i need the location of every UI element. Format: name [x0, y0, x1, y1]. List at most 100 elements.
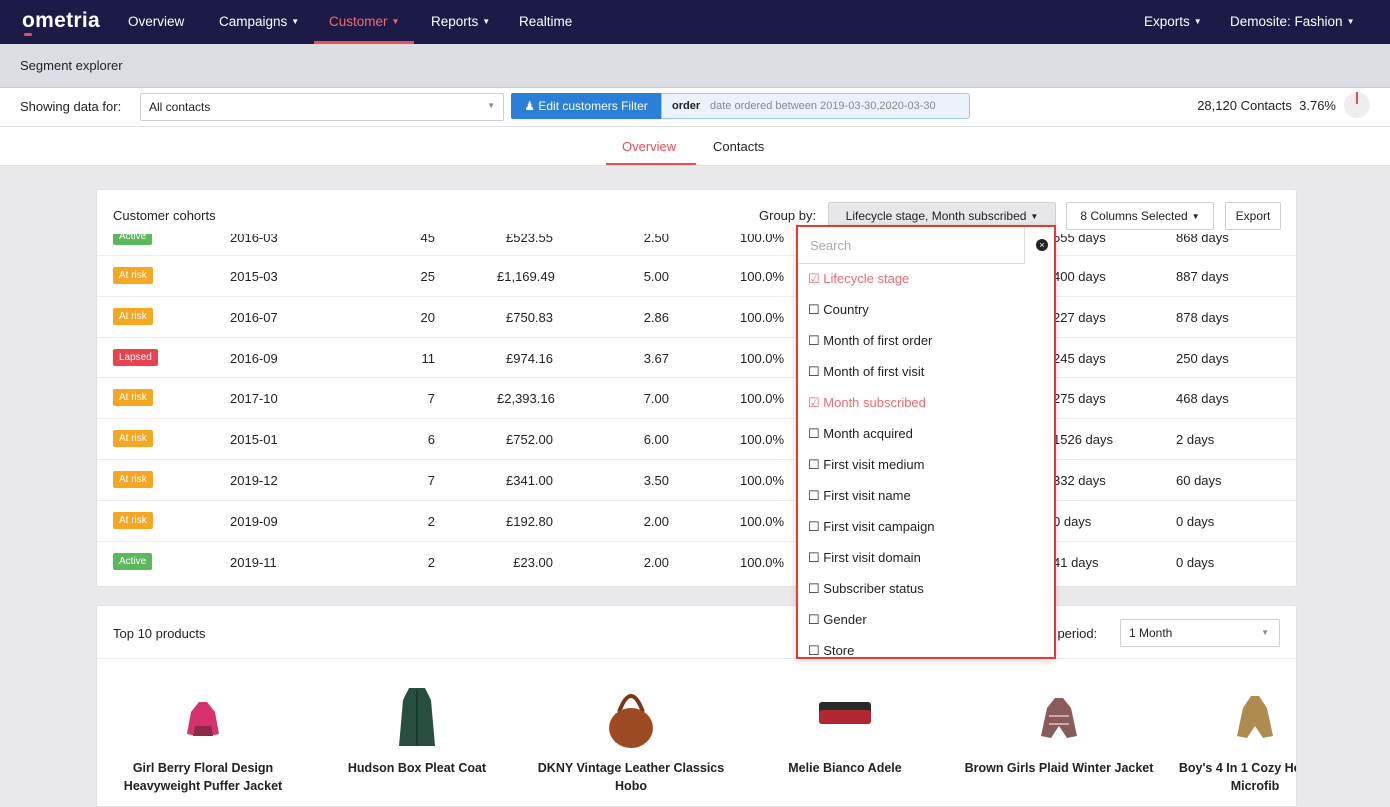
groupby-option[interactable]: ☐ Month of first order — [808, 333, 932, 349]
clear-search-icon[interactable]: × — [1036, 239, 1048, 251]
cell-count: 11 — [421, 351, 436, 366]
cell-days-between: 0 days — [1176, 555, 1215, 570]
cell-days-since: 227 days — [1053, 310, 1106, 325]
export-button[interactable]: Export — [1225, 202, 1281, 230]
ometria-logo[interactable]: ometria — [22, 9, 100, 33]
groupby-option-label: Gender — [823, 612, 867, 627]
group-by-value: Lifecycle stage, Month subscribed — [845, 209, 1027, 223]
active-filter-chip[interactable]: order date ordered between 2019-03-30,20… — [661, 93, 970, 119]
checked-checkbox-icon: ☑ — [808, 395, 824, 410]
tab-contacts[interactable]: Contacts — [713, 139, 764, 154]
cell-count: 6 — [427, 432, 435, 447]
lifecycle-badge: Active — [113, 553, 153, 570]
columns-selected-label: 8 Columns Selected — [1080, 209, 1188, 223]
filter-chip-value: date ordered between 2019-03-30,2020-03-… — [710, 100, 936, 112]
table-row[interactable]: At risk 2016-07 20 £750.83 2.86 100.0% 227 day… — [97, 296, 1296, 337]
cell-month: 2016-07 — [230, 310, 278, 325]
dropdown-search-input[interactable]: Search — [798, 227, 1025, 264]
product-item[interactable]: Melie Bianco Adele — [745, 676, 945, 777]
contacts-count-value: 28,120 Contacts — [1197, 98, 1292, 113]
clutch-bag-icon — [819, 702, 871, 724]
groupby-option[interactable]: ☐ First visit domain — [808, 550, 921, 566]
product-name: Brown Girls Plaid Winter Jacket — [964, 761, 1154, 775]
nav-customer[interactable]: Customer ▼ — [329, 0, 399, 44]
segment-select[interactable]: All contacts ▼ — [140, 93, 504, 121]
groupby-option[interactable]: ☑ Lifecycle stage — [808, 271, 909, 287]
groupby-option-label: Month acquired — [823, 426, 913, 441]
groupby-option[interactable]: ☐ Gender — [808, 612, 867, 628]
cell-average: 2.00 — [643, 555, 669, 570]
cell-value: £2,393.16 — [497, 391, 555, 406]
period-select-value: 1 Month — [1129, 626, 1173, 640]
lifecycle-badge: At risk — [113, 512, 153, 529]
table-row[interactable]: Active 2016-03 45 £523.55 2.50 100.0% 555 days… — [97, 234, 1296, 257]
nav-overview[interactable]: Overview — [128, 0, 184, 44]
product-name: Melie Bianco Adele — [788, 761, 902, 775]
checkbox-icon: ☐ — [808, 519, 824, 534]
divider — [97, 658, 1296, 659]
groupby-option[interactable]: ☐ Month acquired — [808, 426, 913, 442]
search-placeholder: Search — [810, 238, 852, 253]
nav-site-switcher[interactable]: Demosite: Fashion ▼ — [1230, 0, 1354, 44]
product-item[interactable]: Girl Berry Floral Design Heavyweight Puf… — [103, 676, 303, 795]
pink-puffer-jacket-icon — [187, 702, 219, 736]
product-item[interactable]: Boy's 4 In 1 Cozy Hooded Microfib — [1155, 676, 1296, 795]
groupby-option[interactable]: ☐ Store — [808, 643, 854, 658]
cell-days-since: 555 days — [1053, 234, 1106, 245]
cell-percent: 100.0% — [740, 555, 785, 570]
groupby-option-label: First visit domain — [823, 550, 921, 565]
cell-days-since: 1526 days — [1053, 432, 1113, 447]
contacts-count: 28,120 Contacts 3.76% — [1197, 98, 1336, 113]
groupby-option[interactable]: ☐ First visit medium — [808, 457, 924, 473]
product-name: Boy's 4 In 1 Cozy Hooded Microfib — [1178, 761, 1296, 793]
period-select[interactable]: 1 Month ▼ — [1120, 619, 1280, 647]
nav-campaigns[interactable]: Campaigns ▼ — [219, 0, 299, 44]
groupby-option[interactable]: ☐ First visit campaign — [808, 519, 935, 535]
table-row[interactable]: At risk 2015-01 6 £752.00 6.00 100.0% 1526 day… — [97, 418, 1296, 459]
cell-percent: 100.0% — [740, 432, 785, 447]
cell-average: 3.50 — [643, 473, 669, 488]
cell-value: £974.16 — [506, 351, 553, 366]
table-row[interactable]: Lapsed 2016-09 11 £974.16 3.67 100.0% 245 days… — [97, 337, 1296, 378]
showing-data-label: Showing data for: — [20, 99, 122, 114]
nav-realtime[interactable]: Realtime — [519, 0, 572, 44]
groupby-option-label: Month subscribed — [823, 395, 926, 410]
tab-overview[interactable]: Overview — [622, 139, 676, 154]
cell-percent: 100.0% — [740, 351, 785, 366]
groupby-option[interactable]: ☐ Month of first visit — [808, 364, 924, 380]
table-row[interactable]: At risk 2019-09 2 £192.80 2.00 100.0% 0 days 0 … — [97, 500, 1296, 541]
groupby-option[interactable]: ☑ Month subscribed — [808, 395, 926, 411]
cell-average: 2.00 — [643, 514, 669, 529]
nav-realtime-label: Realtime — [519, 14, 573, 29]
product-item[interactable]: Brown Girls Plaid Winter Jacket — [959, 676, 1159, 777]
plaid-jacket-icon — [1041, 698, 1077, 738]
cell-days-between: 887 days — [1176, 269, 1229, 284]
table-row[interactable]: At risk 2017-10 7 £2,393.16 7.00 100.0% 275 da… — [97, 377, 1296, 418]
columns-selected-button[interactable]: 8 Columns Selected ▼ — [1066, 202, 1214, 230]
table-row[interactable]: At risk 2015-03 25 £1,169.49 5.00 100.0% 400 d… — [97, 255, 1296, 296]
cell-count: 20 — [420, 310, 435, 325]
edit-customers-filter-button[interactable]: ♟ Edit customers Filter — [511, 93, 661, 119]
groupby-option-label: Lifecycle stage — [823, 271, 910, 286]
caret-down-icon: ▼ — [391, 17, 400, 27]
groupby-option[interactable]: ☐ Country — [808, 302, 869, 318]
caret-down-icon: ▼ — [291, 17, 300, 27]
product-item[interactable]: Hudson Box Pleat Coat — [317, 676, 517, 777]
cell-average: 3.67 — [643, 351, 669, 366]
tab-active-indicator — [606, 163, 696, 165]
groupby-option[interactable]: ☐ First visit name — [808, 488, 911, 504]
contacts-pie-icon — [1344, 92, 1370, 118]
product-item[interactable]: DKNY Vintage Leather Classics Hobo — [531, 676, 731, 795]
table-row[interactable]: At risk 2019-12 7 £341.00 3.50 100.0% 332 days… — [97, 459, 1296, 500]
cohorts-table: Active 2016-03 45 £523.55 2.50 100.0% 555 days… — [97, 234, 1296, 586]
cell-average: 2.86 — [643, 310, 669, 325]
nav-reports[interactable]: Reports ▼ — [431, 0, 490, 44]
groupby-option[interactable]: ☐ Subscriber status — [808, 581, 924, 597]
cell-days-since: 41 days — [1053, 555, 1099, 570]
groupby-option-label: First visit medium — [823, 457, 925, 472]
cell-average: 2.50 — [643, 234, 669, 245]
product-image — [317, 676, 517, 752]
table-row[interactable]: Active 2019-11 2 £23.00 2.00 100.0% 41 days 0 d… — [97, 541, 1296, 582]
nav-exports[interactable]: Exports ▼ — [1144, 0, 1202, 44]
checkbox-icon: ☐ — [808, 643, 824, 658]
